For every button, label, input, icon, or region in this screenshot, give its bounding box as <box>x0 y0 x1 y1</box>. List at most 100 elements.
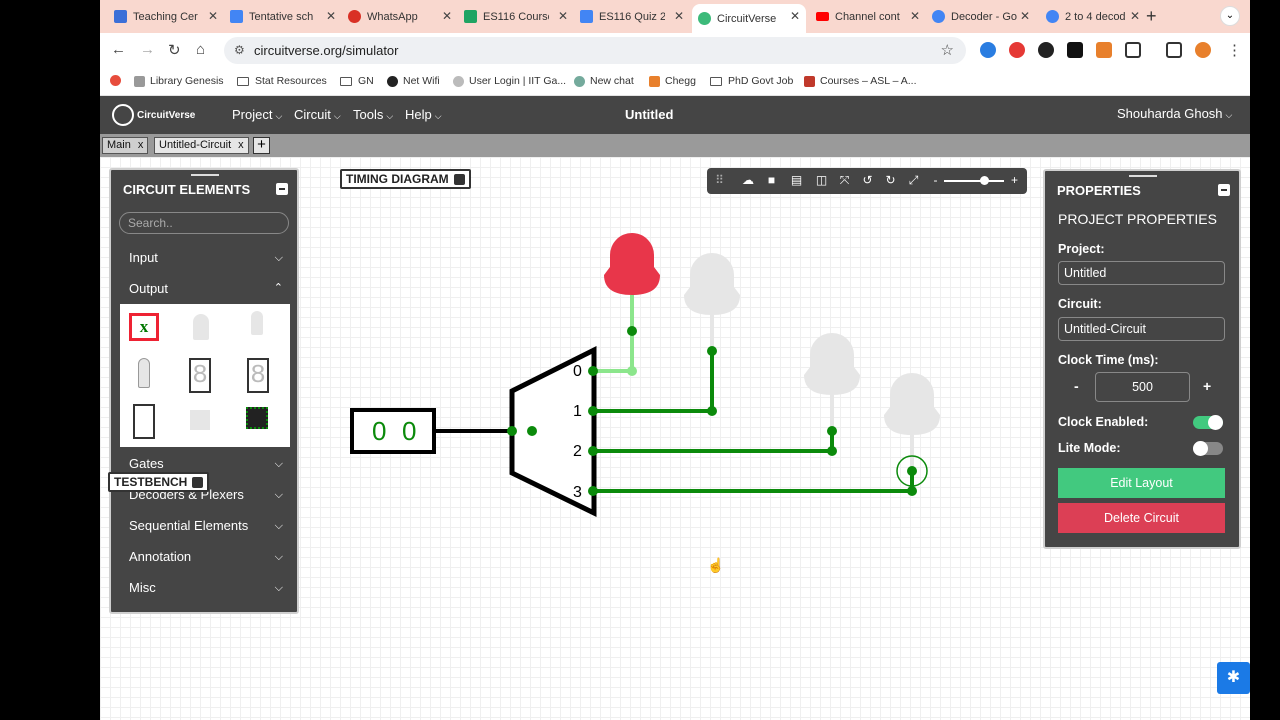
menu-help[interactable]: Help ⌵ <box>405 107 442 122</box>
circuit-name-input[interactable]: Untitled-Circuit <box>1058 317 1225 341</box>
node[interactable] <box>507 426 517 436</box>
node[interactable] <box>907 486 917 496</box>
led-3-off[interactable] <box>884 373 940 435</box>
node[interactable] <box>588 366 598 376</box>
output-element[interactable]: x <box>129 313 159 341</box>
digital-led-icon[interactable] <box>138 358 150 388</box>
chevron-down-icon[interactable]: ⌵ <box>275 458 283 471</box>
node[interactable] <box>627 366 637 376</box>
bookmark-item[interactable]: New chat <box>574 75 634 87</box>
bookmark-folder[interactable]: GN <box>340 75 374 87</box>
fullscreen-icon[interactable]: ⤢ <box>907 174 920 187</box>
timing-diagram-button[interactable]: TIMING DIAGRAM <box>340 169 471 189</box>
close-icon[interactable]: ✕ <box>326 9 336 23</box>
node[interactable] <box>588 446 598 456</box>
delete-icon[interactable]: ▤ <box>790 174 803 187</box>
seven-segment-icon[interactable]: 8 <box>189 358 211 393</box>
tab-5-active[interactable]: CircuitVerse ✕ <box>692 4 806 33</box>
chevron-down-icon[interactable]: ⌵ <box>275 551 283 564</box>
tab-0[interactable]: Teaching Cer ✕ <box>108 4 224 29</box>
circuit-tab-untitled[interactable]: Untitled-Circuit x <box>154 137 249 154</box>
category-gates[interactable]: Gates <box>129 456 164 471</box>
rgb-led-icon[interactable] <box>193 314 209 340</box>
close-tab-icon[interactable]: x <box>138 139 144 151</box>
clock-decrement-button[interactable]: - <box>1074 378 1079 394</box>
layers-icon[interactable]: ◫ <box>815 174 828 187</box>
minimize-icon[interactable] <box>276 183 288 195</box>
led-2-off[interactable] <box>804 333 860 395</box>
bookmark-star-icon[interactable]: ☆ <box>941 41 954 59</box>
menu-project[interactable]: Project ⌵ <box>232 107 282 122</box>
tab-1[interactable]: Tentative sch ✕ <box>224 4 342 29</box>
fit-icon[interactable]: ⤧ <box>838 174 851 187</box>
close-icon[interactable]: ✕ <box>1130 9 1140 23</box>
project-title[interactable]: Untitled <box>625 107 673 122</box>
node[interactable] <box>907 466 917 476</box>
fd-extension-icon[interactable] <box>1067 42 1083 58</box>
zoom-slider-knob[interactable] <box>980 176 989 185</box>
node[interactable] <box>588 486 598 496</box>
close-tab-icon[interactable]: x <box>238 139 244 151</box>
extensions-puzzle-icon[interactable] <box>1125 42 1141 58</box>
node[interactable] <box>707 406 717 416</box>
clock-increment-button[interactable]: + <box>1203 378 1211 394</box>
node[interactable] <box>527 426 537 436</box>
node[interactable] <box>588 406 598 416</box>
close-icon[interactable]: ✕ <box>442 9 452 23</box>
tab-2[interactable]: WhatsApp ✕ <box>342 4 458 29</box>
chevron-down-icon[interactable]: ⌵ <box>275 489 283 502</box>
project-name-input[interactable]: Untitled <box>1058 261 1225 285</box>
sixteen-segment-icon[interactable] <box>133 404 155 439</box>
clock-time-input[interactable]: 500 <box>1095 372 1190 402</box>
testbench-button[interactable]: TESTBENCH <box>108 472 210 492</box>
circuitverse-logo[interactable]: CircuitVerse <box>112 104 195 126</box>
category-annotation[interactable]: Annotation <box>129 549 191 564</box>
minimize-icon[interactable] <box>1218 184 1230 196</box>
close-icon[interactable]: ✕ <box>208 9 218 23</box>
close-icon[interactable]: ✕ <box>558 9 568 23</box>
home-icon[interactable]: ⌂ <box>196 41 205 58</box>
input-element[interactable] <box>350 408 436 454</box>
bookmark-item[interactable]: Courses – ASL – A... <box>804 75 917 87</box>
chevron-down-icon[interactable]: ⌵ <box>275 252 283 265</box>
zoom-in-icon[interactable]: + <box>1008 174 1021 187</box>
menu-kebab-icon[interactable]: ⋮ <box>1227 41 1242 59</box>
led-icon[interactable] <box>251 311 263 335</box>
reload-icon[interactable]: ↻ <box>168 41 181 59</box>
redo-icon[interactable]: ↻ <box>884 174 897 187</box>
tab-4[interactable]: ES116 Quiz 2 ✕ <box>574 4 690 29</box>
bookmark-icon-only[interactable] <box>110 75 126 86</box>
address-bar[interactable]: ⚙ circuitverse.org/simulator ☆ <box>224 37 966 64</box>
tab-6[interactable]: Channel cont ✕ <box>810 4 926 29</box>
add-circuit-tab-button[interactable]: + <box>253 137 270 154</box>
drag-handle-icon[interactable]: ⠿ <box>713 174 726 187</box>
bookmark-item[interactable]: Chegg <box>649 75 696 87</box>
category-misc[interactable]: Misc <box>129 580 156 595</box>
close-icon[interactable]: ✕ <box>674 9 684 23</box>
square-rgb-led-icon[interactable] <box>190 410 210 430</box>
led-1-off[interactable] <box>684 253 740 315</box>
led-0-on[interactable] <box>604 233 660 295</box>
chevron-up-icon[interactable]: ⌃ <box>274 281 283 294</box>
bookmark-folder[interactable]: PhD Govt Job <box>710 75 793 87</box>
search-input[interactable]: Search.. <box>119 212 289 234</box>
cloud-upload-icon[interactable]: ☁ <box>739 174 757 187</box>
save-icon[interactable]: ■ <box>765 174 778 187</box>
menu-tools[interactable]: Tools ⌵ <box>353 107 393 122</box>
back-icon[interactable]: ← <box>111 41 126 58</box>
profile-avatar[interactable] <box>1195 42 1211 58</box>
category-input[interactable]: Input <box>129 250 158 265</box>
user-menu[interactable]: Shouharda Ghosh ⌵ <box>1117 106 1232 121</box>
hex-display-icon[interactable]: 8 <box>247 358 269 393</box>
clock-enabled-toggle[interactable] <box>1193 415 1223 430</box>
node[interactable] <box>827 446 837 456</box>
adblock-icon[interactable] <box>1009 42 1025 58</box>
panel-grip[interactable] <box>1129 175 1157 177</box>
category-output[interactable]: Output <box>129 281 168 296</box>
node[interactable] <box>707 346 717 356</box>
tab-7[interactable]: Decoder - Go ✕ <box>926 4 1036 29</box>
sync-extension-icon[interactable] <box>1038 42 1054 58</box>
tab-3[interactable]: ES116 Course ✕ <box>458 4 574 29</box>
circuit-tab-main[interactable]: Main x <box>102 137 149 154</box>
zoom-slider[interactable] <box>944 176 1004 185</box>
